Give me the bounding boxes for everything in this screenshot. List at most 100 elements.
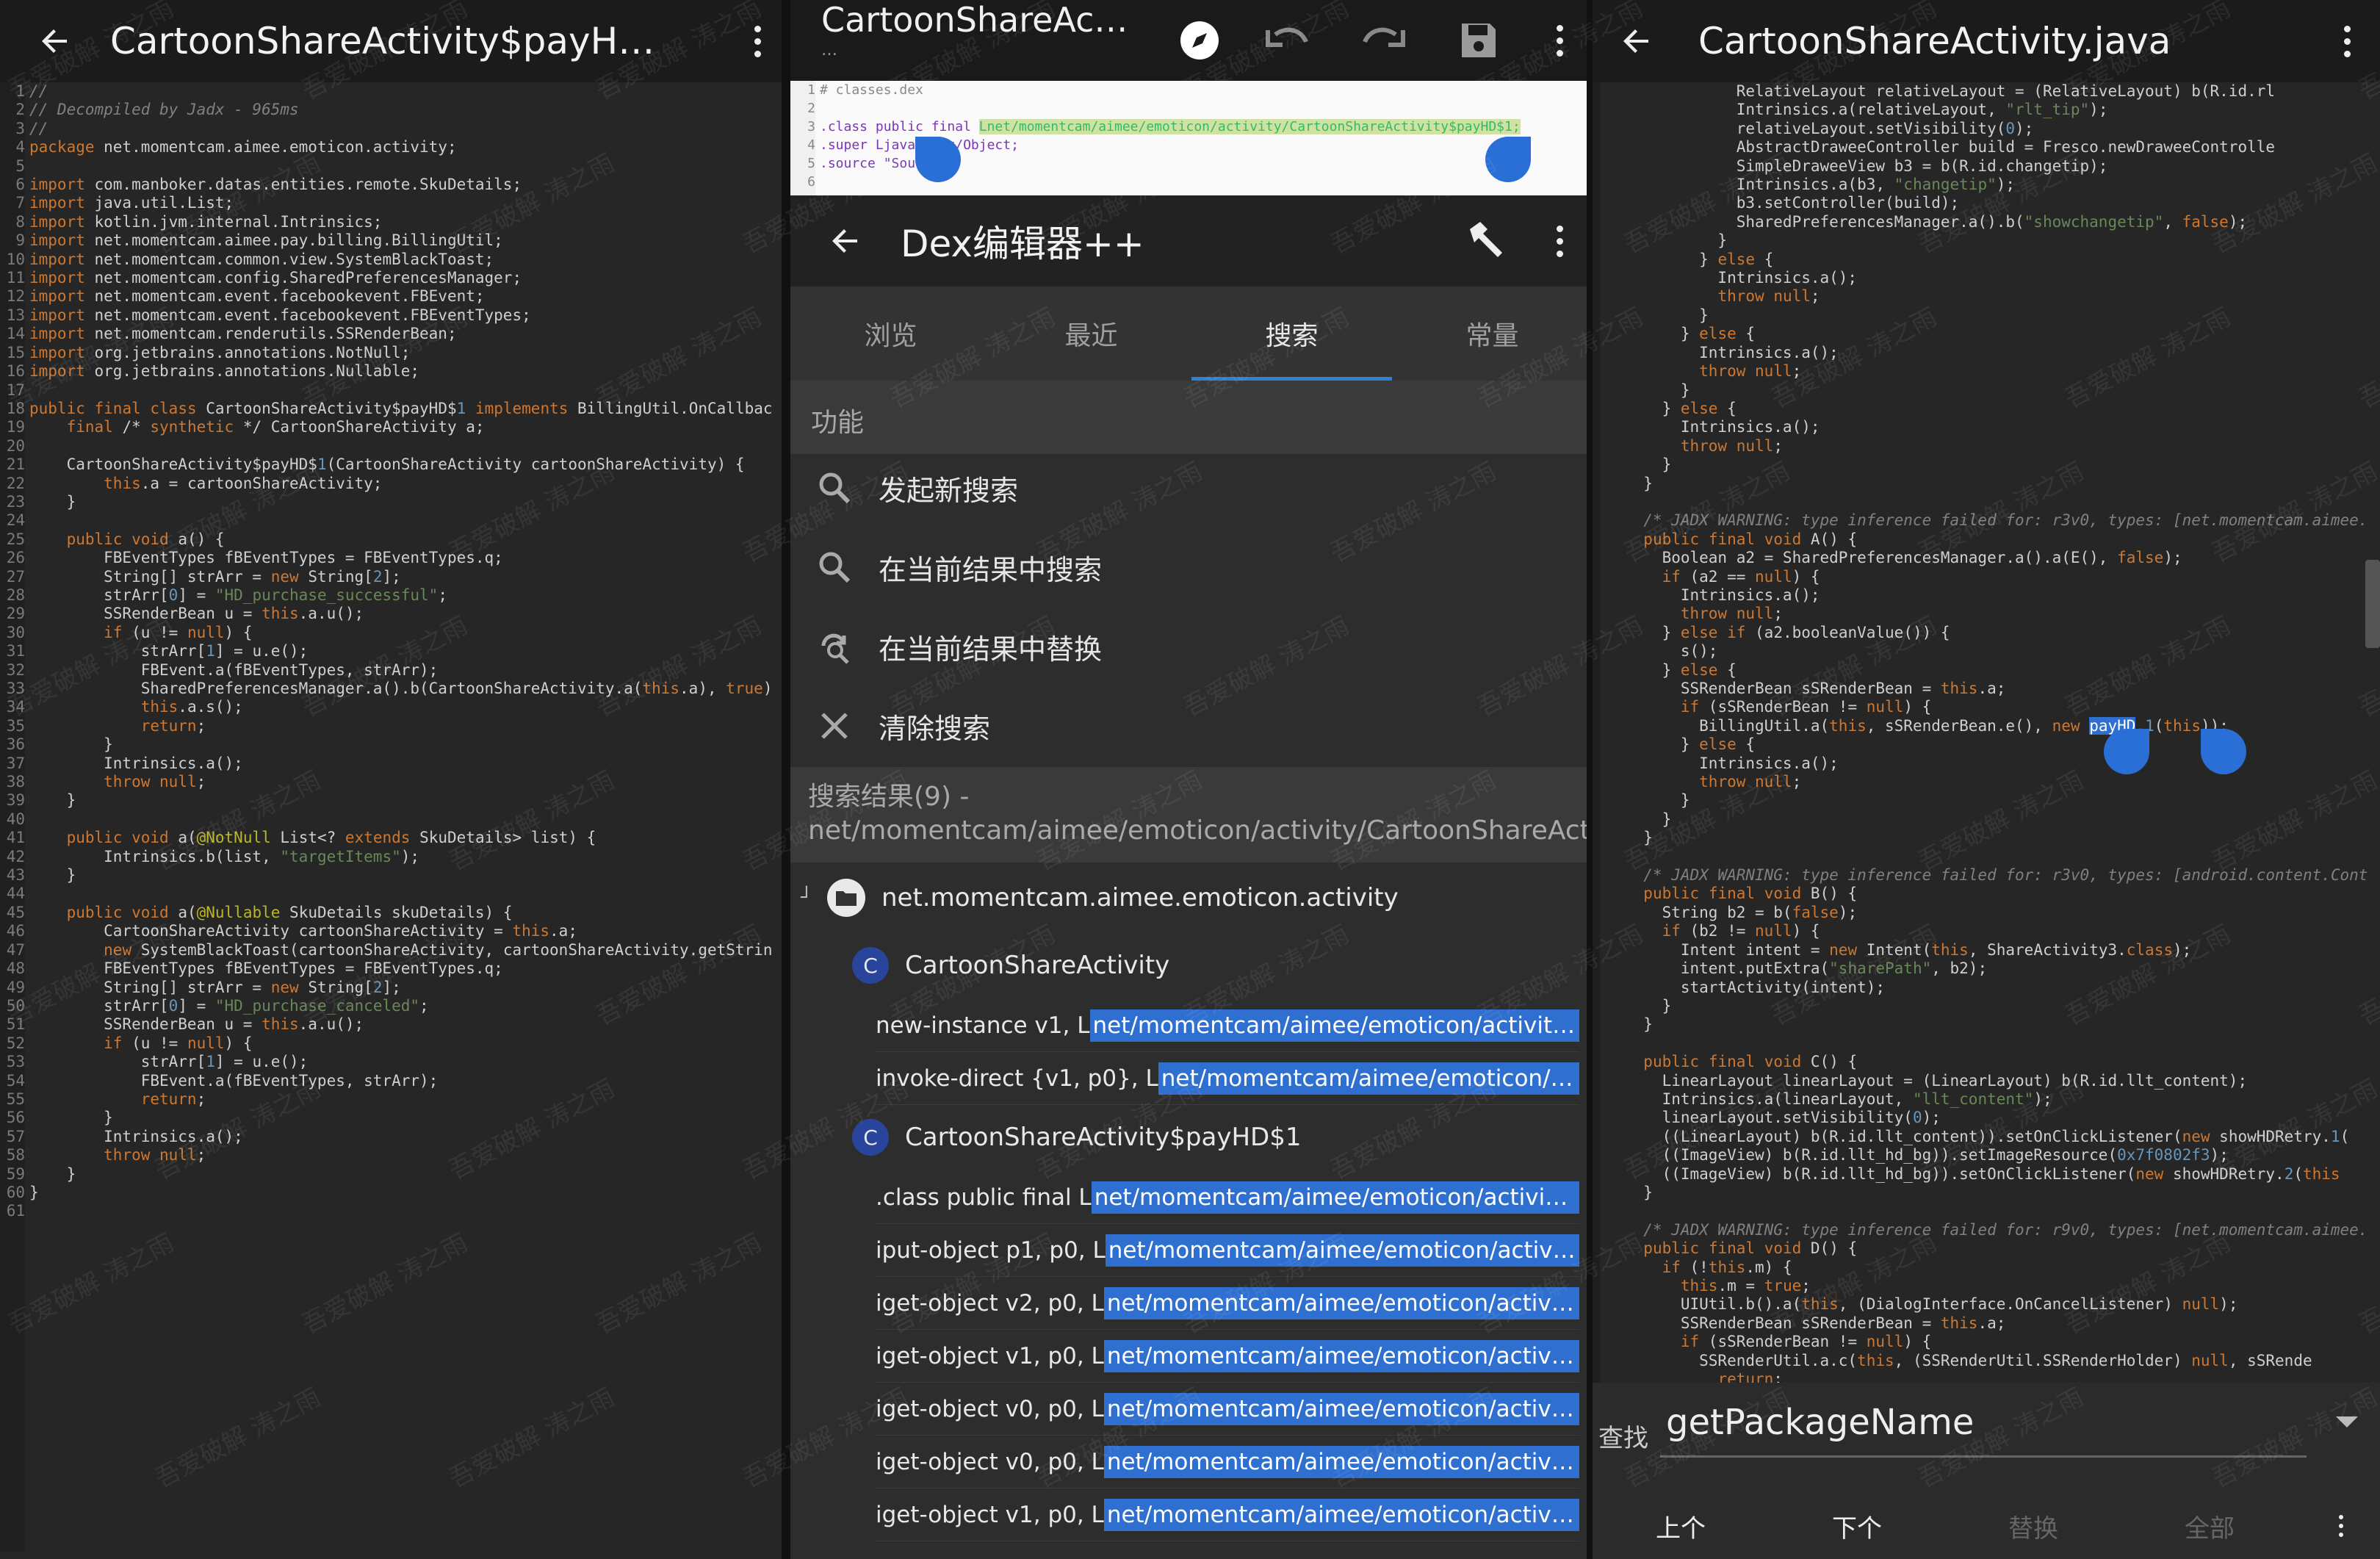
compass-icon[interactable] [1159,20,1240,61]
code-line: Intrinsics.a(); [1625,586,1820,604]
tree-class-node[interactable]: C CartoonShareActivity [852,935,1593,996]
code-line: Intrinsics.a(linearLayout, "llt_content"… [1625,1090,2052,1108]
line-number: 6 [15,176,25,194]
result-row[interactable]: new-instance v1, Lnet/momentcam/aimee/em… [876,999,1579,1052]
result-row[interactable]: iget-object v1, p0, Lnet/momentcam/aimee… [876,1488,1579,1541]
more-options-icon[interactable] [724,0,790,82]
class-c-icon: C [852,1119,889,1156]
back-arrow-icon[interactable] [0,0,110,82]
code-line: } else { [1625,399,1737,417]
back-arrow-icon[interactable] [1593,0,1681,82]
code-line: public void a(@Nullable SkuDetails skuDe… [66,903,513,921]
code-line: Intrinsics.a(); [29,1127,243,1145]
close-icon [812,704,857,748]
line-number: 23 [6,492,25,511]
line-number: 43 [6,866,25,885]
line-number: 29 [6,605,25,623]
find-input[interactable]: getPackageName [1660,1402,2307,1458]
tab-recent[interactable]: 最近 [991,287,1191,381]
code-line: BillingUtil.a(this, sSRenderBean.e(), ne… [1625,716,2229,735]
line-number: 42 [6,847,25,865]
result-prefix: invoke-direct {v1, p0}, L [876,1065,1158,1092]
menu-new-search[interactable]: 发起新搜索 [790,448,1593,528]
selection-handle-right[interactable] [2201,729,2246,774]
smali-more-icon[interactable] [1526,0,1593,82]
split-divider[interactable] [1587,0,1593,1559]
selection-handle-left[interactable] [915,137,961,182]
line-number: 28 [6,586,25,604]
find-options-dropdown-icon[interactable] [2334,1415,2359,1433]
tree-package-node[interactable]: ┘ net.momentcam.aimee.emoticon.activity [801,867,1593,929]
code-line: String b2 = b(false); [1625,903,1858,921]
smali-line-numbers: 1 2 3 4 5 6 [790,81,815,195]
tab-constants[interactable]: 常量 [1392,287,1593,381]
line-number: 2 [15,101,25,119]
selection-handle-right[interactable] [1485,137,1531,182]
line-number: 35 [6,716,25,735]
smali-preview[interactable]: 1 2 3 4 5 6 # classes.dex .class public final… [790,81,1593,195]
selection-handle-left[interactable] [2104,729,2149,774]
build-hammer-icon[interactable] [1446,219,1526,263]
result-row[interactable]: iput-object p1, p0, Lnet/momentcam/aimee… [876,1224,1579,1277]
result-row[interactable]: iget-object v2, p0, Lnet/momentcam/aimee… [876,1277,1579,1330]
scrollbar-thumb[interactable] [2365,560,2380,648]
find-more-icon[interactable] [2339,1515,2343,1537]
result-row[interactable]: .class public final Lnet/momentcam/aimee… [876,1171,1579,1224]
code-line: if (a2 == null) { [1662,567,1820,586]
class-name: CartoonShareActivity [905,951,1170,980]
code-line: this.a = cartoonShareActivity; [104,474,383,492]
menu-replace-in-results[interactable]: 在当前结果中替换 [790,607,1593,686]
collapse-icon[interactable]: ┘ [801,887,820,909]
undo-icon[interactable] [1240,24,1335,57]
tab-search[interactable]: 搜索 [1191,287,1392,381]
redo-icon[interactable] [1335,24,1431,57]
save-icon[interactable] [1431,21,1526,60]
replace-button[interactable]: 替换 [1945,1508,2121,1544]
code-line: FBEvent.a(fBEventTypes, strArr); [29,1071,439,1090]
result-row[interactable]: iget-object v0, p0, Lnet/momentcam/aimee… [876,1436,1579,1488]
code-line: this.a.s(); [140,698,243,716]
prev-button[interactable]: 上个 [1593,1508,1769,1544]
dex-more-icon[interactable] [1526,200,1593,282]
replace-all-button[interactable]: 全部 [2121,1508,2298,1544]
line-number: 18 [6,399,25,417]
java-code-lines: RelativeLayout relativeLayout = (Relativ… [1625,82,2368,1389]
code-line: ((ImageView) b(R.id.llt_hd_bg)).setImage… [1625,1146,2229,1164]
tab-browse[interactable]: 浏览 [790,287,991,381]
menu-search-in-results[interactable]: 在当前结果中搜索 [790,528,1593,607]
split-divider[interactable] [782,0,790,1559]
next-button[interactable]: 下个 [1769,1508,1945,1544]
dex-app-title: Dex编辑器++ [901,223,1144,265]
line-number: 59 [6,1164,25,1183]
code-line: Intrinsics.a(); [1625,269,1858,287]
tree-class-node[interactable]: C CartoonShareActivity$payHD$1 [852,1106,1593,1168]
code-line: CartoonShareActivity$payHD$1(CartoonShar… [29,456,745,474]
code-line: Intrinsics.a(); [29,754,243,772]
folder-icon [827,879,865,917]
code-line: CartoonShareActivity cartoonShareActivit… [29,922,577,940]
line-number: 22 [6,474,25,492]
code-line: startActivity(intent); [1625,978,1886,996]
code-line: } [29,866,76,885]
dex-back-icon[interactable] [790,195,901,287]
code-line: public void a(@NotNull List<? extends Sk… [66,829,596,847]
line-number: 45 [6,903,25,921]
code-line: Intrinsics.a(b3, "changetip"); [1625,176,2016,194]
java-more-icon[interactable] [2314,0,2380,82]
line-number: 25 [6,530,25,548]
result-row[interactable]: iget-object v1, p0, Lnet/momentcam/aimee… [876,1330,1579,1383]
line-number: 36 [6,735,25,754]
result-row[interactable]: invoke-direct {v1, p0}, Lnet/momentcam/a… [876,1052,1579,1105]
code-line: Intrinsics.a(); [1625,343,1839,361]
code-line: SimpleDraweeView b3 = b(R.id.changetip); [1625,156,2108,175]
result-row[interactable]: iget-object v0, p0, Lnet/momentcam/aimee… [876,1383,1579,1436]
menu-clear-search[interactable]: 清除搜索 [790,686,1593,766]
code-line: LinearLayout linearLayout = (LinearLayou… [1625,1071,2248,1090]
code-line: relativeLayout.setVisibility(0); [1625,119,2034,137]
java-code-editor[interactable]: RelativeLayout relativeLayout = (Relativ… [1593,82,2380,1388]
code-editor[interactable]: 1 2 3 4 5 6 7 8 9 10 11 12 13 14 15 16 17 18 19 20 21 22 23 24 2… [0,82,790,1559]
